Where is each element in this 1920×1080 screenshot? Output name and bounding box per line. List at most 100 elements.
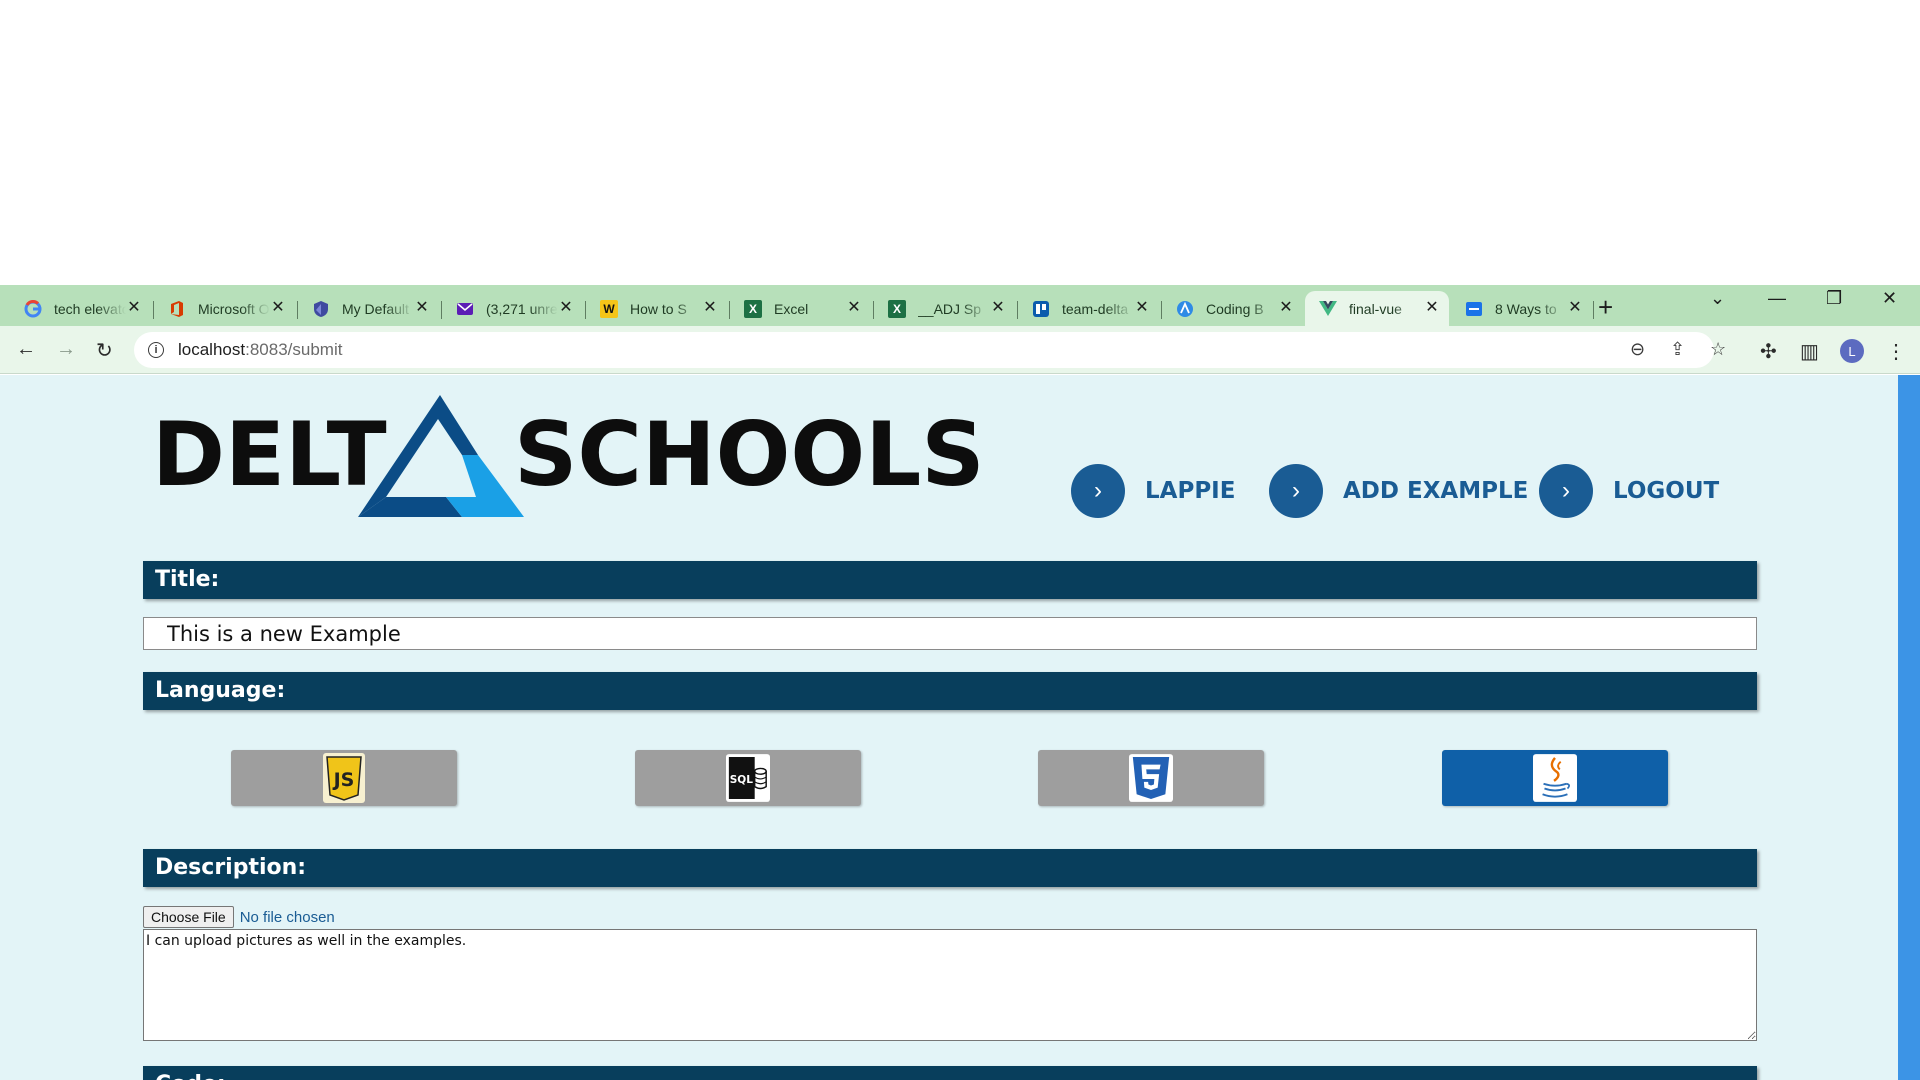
nav-link-label: LAPPIE	[1145, 478, 1236, 504]
java-icon	[1533, 753, 1577, 803]
description-textarea[interactable]: I can upload pictures as well in the exa…	[143, 929, 1757, 1041]
close-icon[interactable]: ✕	[125, 299, 143, 317]
google-icon	[24, 299, 42, 318]
browser-tab-strip: tech elevator ✕ Microsoft Office ✕ My De…	[0, 285, 1920, 326]
language-button-sql[interactable]: SQL	[635, 750, 861, 806]
browser-tab-final-vue[interactable]: final-vue ✕	[1305, 291, 1449, 326]
browser-tab-8-ways[interactable]: 8 Ways to ✕	[1451, 291, 1592, 326]
language-section-header: Language:	[143, 672, 1757, 710]
svg-text:JS: JS	[332, 769, 355, 791]
file-status-text: No file chosen	[239, 908, 335, 926]
javascript-icon: JS	[322, 753, 366, 803]
reload-icon[interactable]: ↻	[96, 338, 113, 363]
browser-tab-wikihow[interactable]: W How to S ✕	[586, 291, 727, 326]
bookmark-star-icon[interactable]: ☆	[1710, 339, 1726, 360]
tab-label: tech elevator	[54, 300, 126, 317]
nav-link-label: LOGOUT	[1613, 478, 1720, 504]
zoom-icon[interactable]: ⊖	[1630, 339, 1645, 360]
atlassian-icon	[1176, 300, 1194, 318]
code-section-header: Code:	[143, 1066, 1757, 1080]
delta-schools-logo[interactable]: DELT SCHOOLS	[150, 391, 985, 517]
close-icon[interactable]: ✕	[413, 299, 431, 317]
svg-text:SQL: SQL	[730, 774, 754, 786]
address-url: localhost:8083/submit	[178, 340, 342, 360]
restore-icon[interactable]: ❐	[1826, 288, 1842, 309]
description-section-header: Description:	[143, 849, 1757, 887]
close-icon[interactable]: ✕	[845, 299, 863, 317]
close-icon[interactable]: ✕	[1566, 299, 1584, 317]
office-icon	[168, 300, 186, 318]
delta-triangle-logo-icon	[358, 395, 524, 517]
language-button-css[interactable]	[1038, 750, 1264, 806]
browser-tab-tech-elevator[interactable]: tech elevator ✕	[10, 291, 151, 326]
tab-label: Excel	[774, 300, 809, 317]
extensions-puzzle-icon[interactable]: ✣	[1760, 339, 1777, 364]
tab-label: How to S	[630, 300, 687, 317]
close-icon[interactable]: ✕	[269, 299, 287, 317]
tab-label: My Default	[342, 300, 409, 317]
title-section-header: Title:	[143, 561, 1757, 599]
side-panel-icon[interactable]: ▥	[1800, 339, 1819, 364]
file-upload: Choose File No file chosen	[143, 906, 335, 928]
tab-label: __ADJ Sp	[918, 300, 982, 317]
chevron-right-icon: ›	[1269, 464, 1323, 518]
back-arrow-icon[interactable]: ←	[16, 338, 36, 361]
page-scrollbar[interactable]	[1898, 375, 1920, 1080]
close-icon[interactable]: ✕	[1423, 299, 1441, 317]
close-icon[interactable]: ✕	[1277, 299, 1295, 317]
nav-link-label: ADD EXAMPLE	[1343, 478, 1529, 504]
close-icon[interactable]: ✕	[1133, 299, 1151, 317]
tab-label: final-vue	[1349, 300, 1402, 317]
logo-text-left: DELT	[152, 403, 387, 506]
tab-label: Coding B	[1206, 300, 1264, 317]
forward-arrow-icon[interactable]: →	[56, 338, 76, 361]
address-bar[interactable]: i localhost:8083/submit ⊖ ⇪ ☆	[134, 332, 1726, 368]
tab-search-chevron-icon[interactable]: ⌄	[1710, 288, 1725, 309]
url-path: :8083/submit	[245, 340, 343, 359]
nav-link-user[interactable]: › LAPPIE	[1071, 463, 1235, 519]
tab-label: team-delta	[1062, 300, 1129, 317]
excel-icon: X	[888, 299, 906, 318]
browser-tab-my-default[interactable]: My Default ✕	[298, 291, 439, 326]
choose-file-button[interactable]: Choose File	[143, 906, 234, 928]
profile-avatar[interactable]: L	[1840, 339, 1864, 363]
close-icon[interactable]: ✕	[701, 299, 719, 317]
close-icon[interactable]: ✕	[557, 299, 575, 317]
sql-icon: SQL	[726, 753, 770, 803]
window-close-icon[interactable]: ✕	[1882, 288, 1897, 309]
chevron-right-icon: ›	[1539, 464, 1593, 518]
browser-tab-mail[interactable]: (3,271 unread) ✕	[442, 291, 583, 326]
nav-link-logout[interactable]: › LOGOUT	[1539, 463, 1719, 519]
shield-icon	[312, 300, 330, 318]
vue-icon	[1319, 300, 1337, 318]
tab-label: 8 Ways to	[1495, 300, 1557, 317]
tab-separator	[1593, 301, 1594, 319]
css-icon	[1129, 753, 1173, 803]
tab-label: (3,271 unread)	[486, 300, 558, 317]
new-tab-button[interactable]: +	[1598, 292, 1613, 323]
browser-tab-coding-b[interactable]: Coding B ✕	[1162, 291, 1303, 326]
language-button-java[interactable]	[1442, 750, 1668, 806]
url-host: localhost	[178, 340, 246, 359]
title-input[interactable]	[143, 617, 1757, 650]
browser-tab-adj-sp[interactable]: X __ADJ Sp ✕	[874, 291, 1015, 326]
mail-icon	[456, 300, 474, 318]
tab-label: Microsoft Office	[198, 300, 270, 317]
page-content: DELT SCHOOLS › LAPPIE › ADD EXAMPLE › LO…	[0, 375, 1898, 1080]
excel-icon: X	[744, 299, 762, 318]
doc-icon	[1465, 300, 1483, 318]
logo-text-right: SCHOOLS	[514, 403, 985, 506]
share-icon[interactable]: ⇪	[1670, 339, 1685, 360]
trello-icon	[1032, 300, 1050, 318]
minimize-icon[interactable]: —	[1768, 288, 1786, 309]
wikihow-icon: W	[600, 299, 618, 318]
language-button-javascript[interactable]: JS	[231, 750, 457, 806]
browser-toolbar: ← → ↻ i localhost:8083/submit ⊖ ⇪ ☆ ✣ ▥ …	[0, 326, 1920, 374]
close-icon[interactable]: ✕	[989, 299, 1007, 317]
browser-tab-excel[interactable]: X Excel ✕	[730, 291, 871, 326]
site-info-icon[interactable]: i	[148, 342, 164, 358]
browser-tab-team-delta[interactable]: team-delta ✕	[1018, 291, 1159, 326]
nav-link-add-example[interactable]: › ADD EXAMPLE	[1269, 463, 1528, 519]
menu-kebab-icon[interactable]: ⋮	[1886, 339, 1906, 364]
browser-tab-microsoft[interactable]: Microsoft Office ✕	[154, 291, 295, 326]
